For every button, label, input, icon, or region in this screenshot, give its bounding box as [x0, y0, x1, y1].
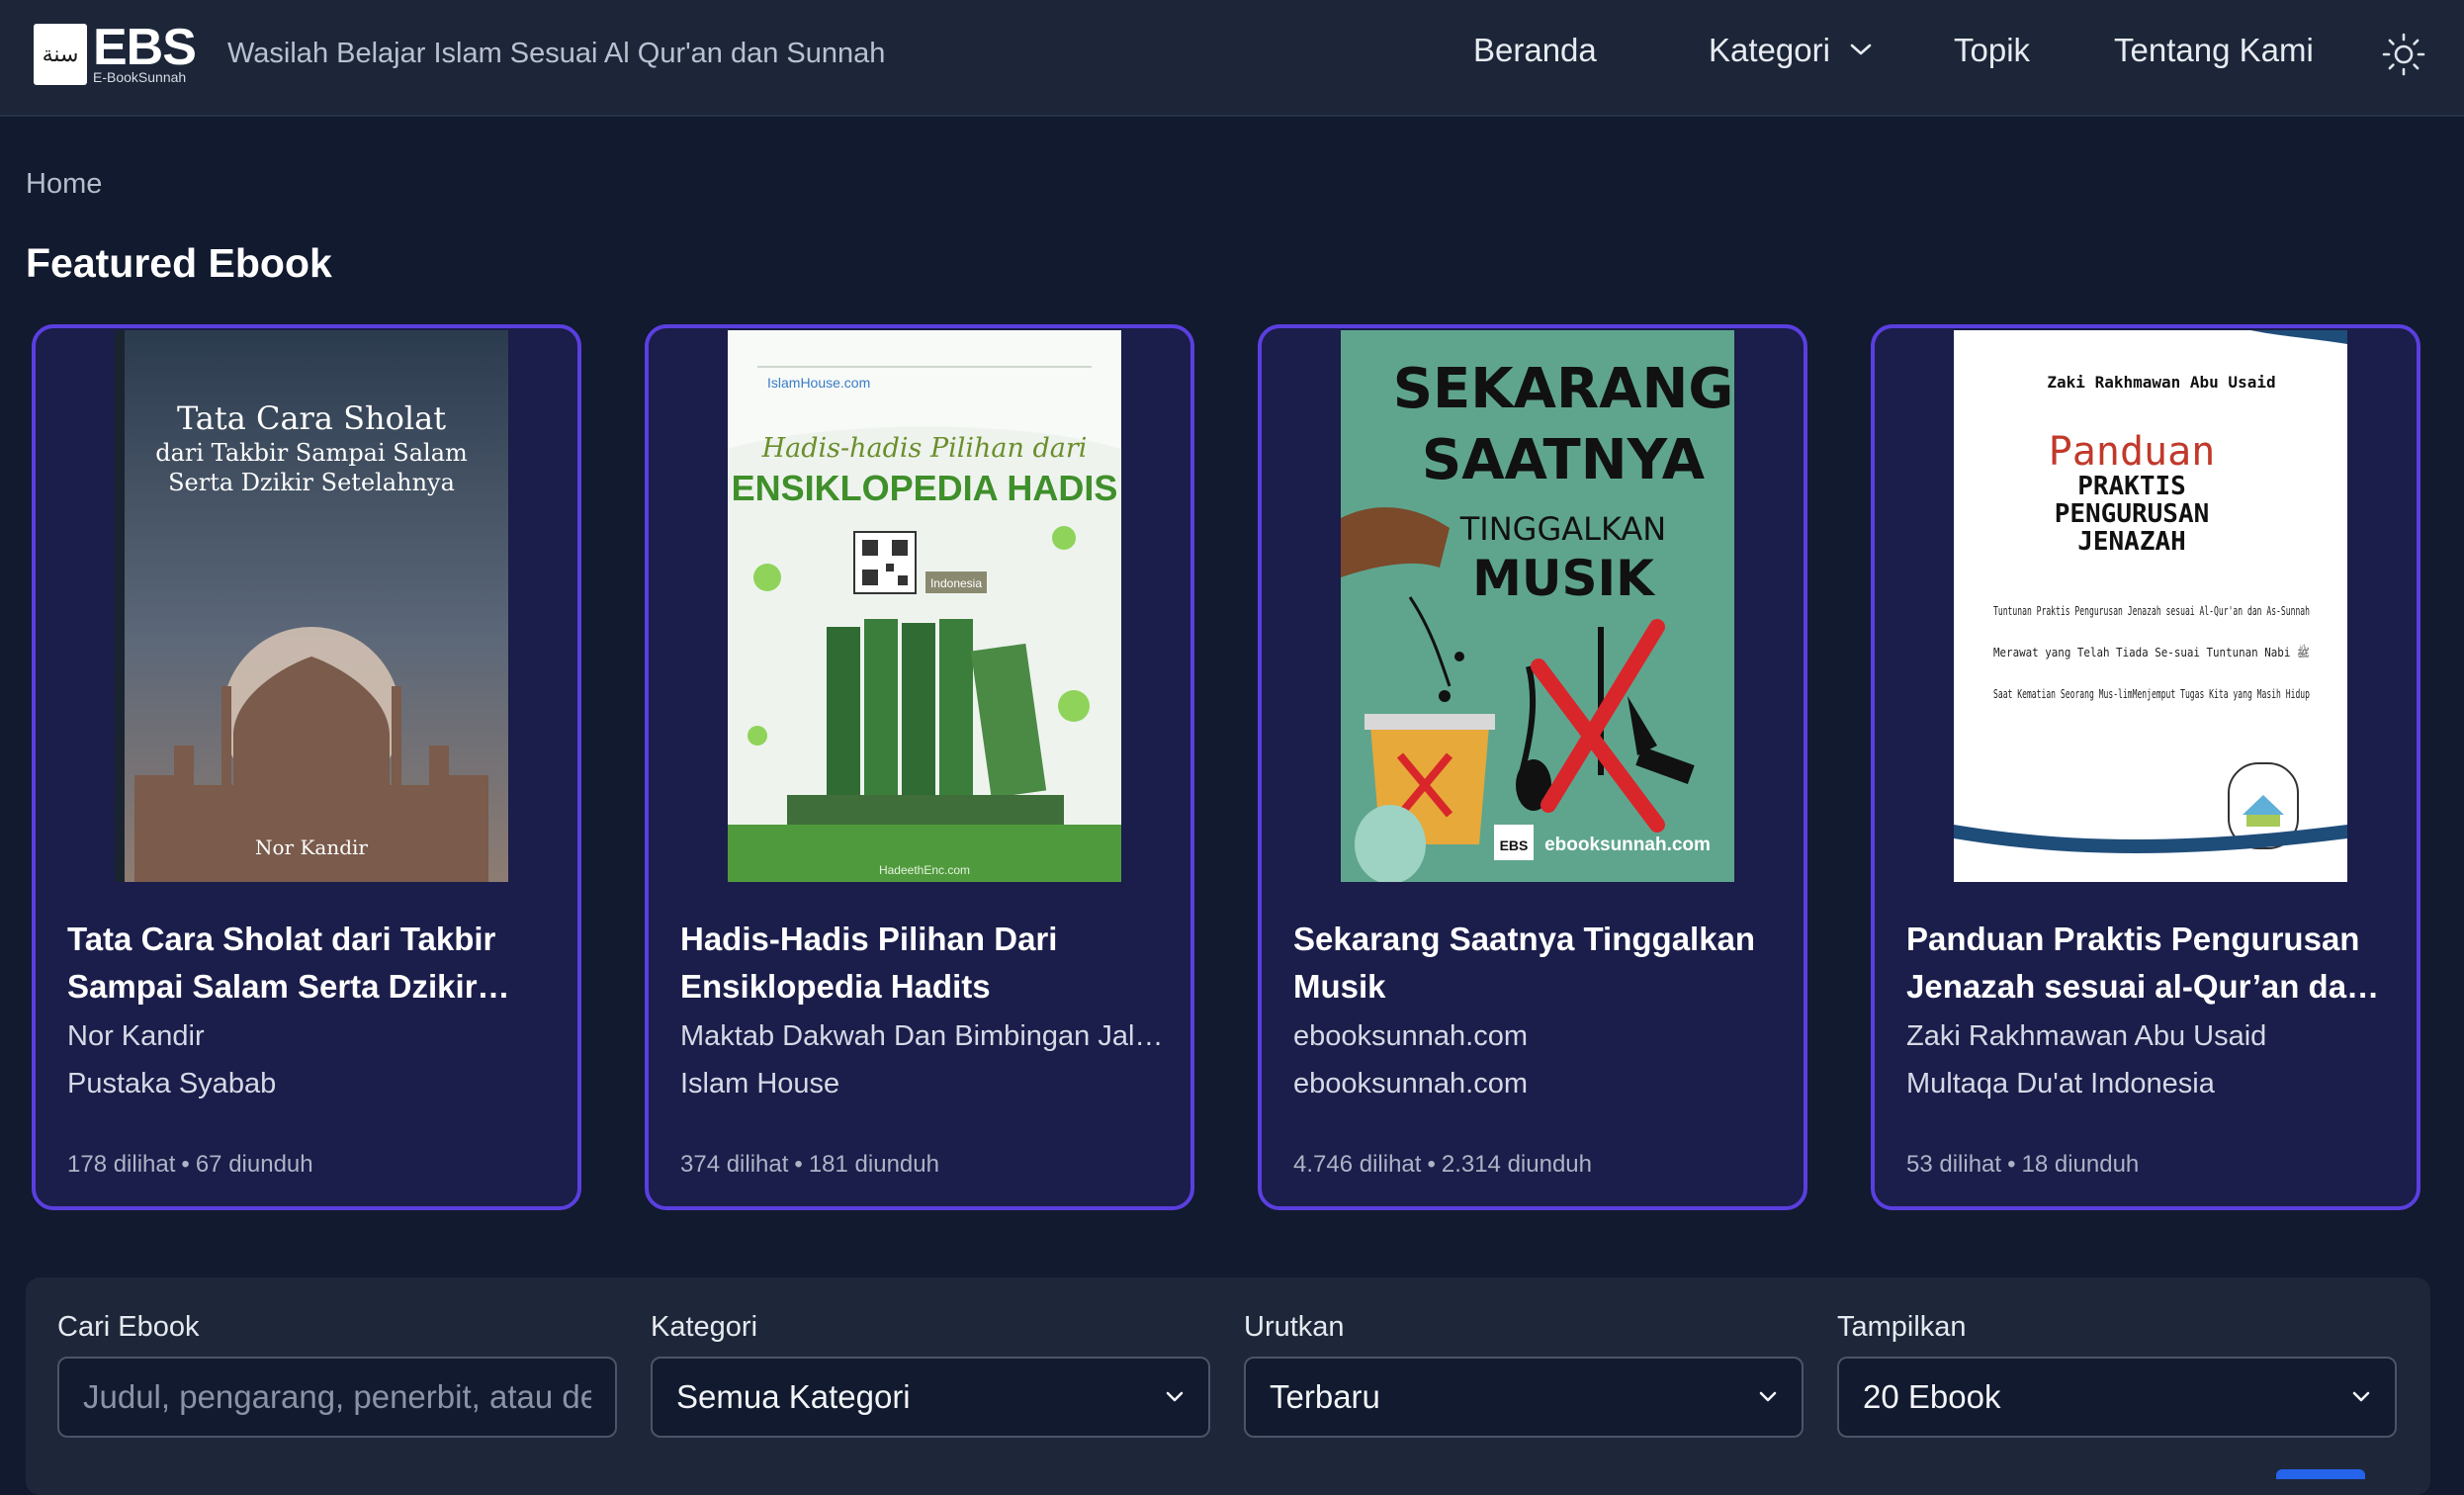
cover-tinggalkan-musik: SEKARANG SAATNYA TINGGALKAN MUSIK EBS eb…	[1341, 330, 1734, 882]
cover-panduan-jenazah: Zaki Rakhmawan Abu Usaid Panduan PRAKTIS…	[1954, 330, 2347, 882]
download-count: 67 diunduh	[195, 1151, 313, 1178]
ebook-card[interactable]: Zaki Rakhmawan Abu Usaid Panduan PRAKTIS…	[1871, 324, 2420, 1210]
nav-tentang-kami[interactable]: Tentang Kami	[2114, 32, 2314, 69]
ebook-title[interactable]: Panduan Praktis Pengurusan Jenazah sesua…	[1906, 916, 2391, 1011]
search-label: Cari Ebook	[57, 1311, 200, 1343]
chevron-down-icon	[1850, 44, 1872, 55]
cover-text: EBS	[1500, 837, 1529, 853]
cover-text: Serta Dzikir Setelahnya	[168, 469, 455, 496]
cover-tata-cara-sholat: Tata Cara Sholat dari Takbir Sampai Sala…	[115, 330, 508, 882]
cover-text: HadeethEnc.com	[879, 863, 970, 877]
download-count: 18 diunduh	[2021, 1151, 2140, 1178]
cover-text: Tuntunan Praktis Pengurusan Jenazah sesu…	[1993, 604, 2310, 618]
ebook-stats: 374 dilihat • 181 diunduh	[680, 1151, 939, 1178]
ebook-card[interactable]: Tata Cara Sholat dari Takbir Sampai Sala…	[32, 324, 581, 1210]
ebook-card[interactable]: IslamHouse.com Hadis-hadis Pilihan dari …	[645, 324, 1194, 1210]
cover-text: SEKARANG	[1393, 357, 1734, 421]
cover-text: Saat Kematian Seorang Mus-limMenjemput T…	[1993, 687, 2310, 701]
cover-text: Tata Cara Sholat	[177, 399, 446, 437]
ebook-author: Nor Kandir	[67, 1020, 205, 1052]
page-size-select[interactable]: 20 Ebook	[1837, 1357, 2397, 1438]
nav-topik[interactable]: Topik	[1954, 32, 2030, 69]
cover-ensiklopedia-hadis: IslamHouse.com Hadis-hadis Pilihan dari …	[728, 330, 1121, 882]
top-header: سنة EBS E-BookSunnah Wasilah Belajar Isl…	[0, 0, 2464, 117]
cover-text: Hadis-hadis Pilihan dari	[761, 433, 1088, 464]
view-count: 178 dilihat	[67, 1151, 176, 1178]
logo-wordmark: EBS	[93, 19, 197, 76]
chevron-down-icon	[1166, 1391, 1184, 1402]
cover-text: Zaki Rakhmawan Abu Usaid	[2047, 373, 2275, 392]
view-count: 53 dilihat	[1906, 1151, 2002, 1178]
chevron-down-icon	[2352, 1391, 2370, 1402]
page-size-selected-value: 20 Ebook	[1863, 1378, 2001, 1415]
ebook-stats: 53 dilihat • 18 diunduh	[1906, 1151, 2140, 1178]
kategori-label: Kategori	[651, 1311, 758, 1343]
cover-text: Panduan	[2049, 429, 2216, 475]
ebook-publisher: Pustaka Syabab	[67, 1068, 277, 1099]
ebook-card[interactable]: SEKARANG SAATNYA TINGGALKAN MUSIK EBS eb…	[1258, 324, 1807, 1210]
cover-text: JENAZAH	[2077, 527, 2186, 557]
site-tagline: Wasilah Belajar Islam Sesuai Al Qur'an d…	[227, 38, 886, 69]
ebook-title[interactable]: Sekarang Saatnya Tinggalkan Musik	[1293, 916, 1778, 1011]
nav-kategori-label: Kategori	[1709, 32, 1830, 68]
view-count: 374 dilihat	[680, 1151, 789, 1178]
cover-text: Nor Kandir	[255, 835, 368, 859]
download-count: 181 diunduh	[808, 1151, 939, 1178]
download-count: 2.314 diunduh	[1441, 1151, 1592, 1178]
logo-subtitle: E-BookSunnah	[93, 69, 187, 85]
page-title: Featured Ebook	[26, 240, 332, 286]
kategori-select[interactable]: Semua Kategori	[651, 1357, 1210, 1438]
logo-arabic-mark: سنة	[34, 24, 87, 85]
ebook-publisher: Multaqa Du'at Indonesia	[1906, 1068, 2215, 1099]
book-cover-image[interactable]: IslamHouse.com Hadis-hadis Pilihan dari …	[728, 330, 1121, 882]
cover-text: MUSIK	[1472, 550, 1656, 607]
ebook-title[interactable]: Hadis-Hadis Pilihan Dari Ensiklopedia Ha…	[680, 916, 1165, 1011]
kategori-selected-value: Semua Kategori	[676, 1378, 911, 1415]
chevron-down-icon	[1759, 1391, 1777, 1402]
cover-text: Merawat yang Telah Tiada Se-suai Tuntuna…	[1993, 644, 2310, 660]
sort-select[interactable]: Terbaru	[1244, 1357, 1804, 1438]
nav-kategori[interactable]: Kategori	[1709, 32, 1873, 69]
ebook-author: ebooksunnah.com	[1293, 1020, 1528, 1052]
ebook-publisher: ebooksunnah.com	[1293, 1068, 1528, 1099]
tampilkan-label: Tampilkan	[1837, 1311, 1967, 1343]
cover-text: PRAKTIS	[2077, 472, 2186, 501]
nav-beranda[interactable]: Beranda	[1473, 32, 1597, 69]
search-submit-button[interactable]	[2276, 1469, 2365, 1479]
cover-text: Indonesia	[930, 576, 982, 590]
sun-icon[interactable]	[2381, 32, 2426, 77]
book-cover-image[interactable]: SEKARANG SAATNYA TINGGALKAN MUSIK EBS eb…	[1341, 330, 1734, 882]
ebook-stats: 178 dilihat • 67 diunduh	[67, 1151, 313, 1178]
ebook-publisher: Islam House	[680, 1068, 840, 1099]
cover-text: PENGURUSAN	[2055, 499, 2210, 529]
cover-text: SAATNYA	[1422, 428, 1706, 492]
site-logo[interactable]: سنة EBS E-BookSunnah	[34, 19, 197, 87]
view-count: 4.746 dilihat	[1293, 1151, 1422, 1178]
ebook-author: Zaki Rakhmawan Abu Usaid	[1906, 1020, 2267, 1052]
book-cover-image[interactable]: Zaki Rakhmawan Abu Usaid Panduan PRAKTIS…	[1954, 330, 2347, 882]
cover-text: ebooksunnah.com	[1544, 835, 1711, 855]
urutkan-label: Urutkan	[1244, 1311, 1345, 1343]
ebook-stats: 4.746 dilihat • 2.314 diunduh	[1293, 1151, 1592, 1178]
cover-text: IslamHouse.com	[767, 375, 870, 391]
cover-text: TINGGALKAN	[1459, 510, 1666, 548]
sort-selected-value: Terbaru	[1270, 1378, 1380, 1415]
cover-text: ENSIKLOPEDIA HADIS	[732, 468, 1118, 508]
book-cover-image[interactable]: Tata Cara Sholat dari Takbir Sampai Sala…	[115, 330, 508, 882]
search-input[interactable]	[57, 1357, 617, 1438]
breadcrumb[interactable]: Home	[26, 168, 102, 201]
cover-text: dari Takbir Sampai Salam	[155, 439, 468, 467]
ebook-author: Maktab Dakwah Dan Bimbingan Jaliyat Rabw…	[680, 1020, 1165, 1052]
ebook-title[interactable]: Tata Cara Sholat dari Takbir Sampai Sala…	[67, 916, 552, 1011]
